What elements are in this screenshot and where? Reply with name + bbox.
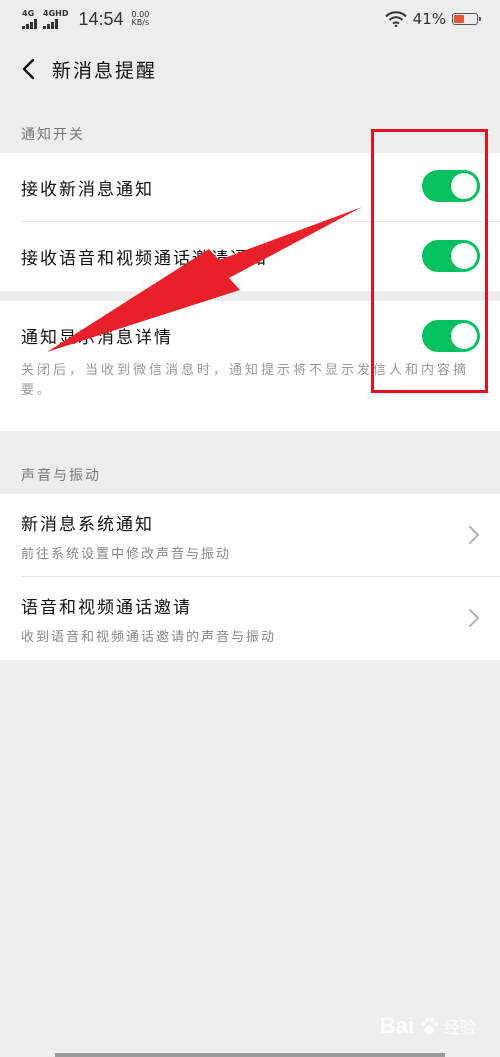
watermark-suffix: 经验 <box>443 1018 476 1037</box>
section-header-sound: 声音与振动 <box>21 468 101 484</box>
section-header-notifications: 通知开关 <box>21 127 85 143</box>
signal-bars-icon <box>43 18 58 29</box>
message-detail-group: 通知显示消息详情 关闭后，当收到微信消息时，通知提示将不显示发信人和内容摘要。 <box>0 301 500 431</box>
bottom-edge-strip <box>55 1053 445 1057</box>
watermark: Bai 经验 <box>380 1013 476 1039</box>
battery-icon <box>452 13 481 25</box>
chevron-right-icon <box>469 526 479 544</box>
setting-label: 通知显示消息详情 <box>21 328 173 348</box>
sim2-signal: 4GHD <box>43 8 69 29</box>
status-bar: 4G 4GHD 14:54 0.00 KB/s 41% <box>0 0 500 38</box>
wifi-icon <box>384 11 407 27</box>
battery-fill <box>454 15 464 23</box>
chevron-right-icon <box>469 609 479 627</box>
network-speed: 0.00 KB/s <box>132 11 150 27</box>
setting-label: 语音和视频通话邀请 <box>21 598 192 618</box>
speed-unit: KB/s <box>131 18 150 27</box>
setting-row-system-notification[interactable]: 新消息系统通知 前往系统设置中修改声音与振动 <box>0 494 500 577</box>
status-left: 4G 4GHD 14:54 0.00 KB/s <box>22 9 149 30</box>
battery-percentage: 41% <box>412 10 446 28</box>
toggle-message-detail[interactable] <box>422 320 480 352</box>
sim1-label: 4G <box>22 8 35 18</box>
setting-sublabel: 收到语音和视频通话邀请的声音与振动 <box>21 630 277 645</box>
setting-label: 接收新消息通知 <box>21 180 154 200</box>
sound-group: 新消息系统通知 前往系统设置中修改声音与振动 语音和视频通话邀请 收到语音和视频… <box>0 494 500 660</box>
setting-row-call-sound[interactable]: 语音和视频通话邀请 收到语音和视频通话邀请的声音与振动 <box>0 577 500 660</box>
setting-row-new-message[interactable]: 接收新消息通知 <box>0 153 500 222</box>
toggle-knob <box>451 173 477 199</box>
toggle-call-invite[interactable] <box>422 240 480 272</box>
back-button[interactable] <box>14 55 42 83</box>
setting-label: 新消息系统通知 <box>21 515 154 535</box>
sim2-label: 4GHD <box>43 8 69 18</box>
setting-label: 接收语音和视频通话邀请通知 <box>21 249 268 269</box>
signal-bars-icon <box>22 18 37 29</box>
toggle-new-message[interactable] <box>422 170 480 202</box>
setting-sublabel: 前往系统设置中修改声音与振动 <box>21 547 232 562</box>
setting-row-call-invite[interactable]: 接收语音和视频通话邀请通知 <box>0 222 500 291</box>
toggle-knob <box>451 243 477 269</box>
setting-description: 关闭后，当收到微信消息时，通知提示将不显示发信人和内容摘要。 <box>21 363 470 398</box>
setting-row-message-detail[interactable]: 通知显示消息详情 关闭后，当收到微信消息时，通知提示将不显示发信人和内容摘要。 <box>0 301 500 431</box>
chevron-left-icon <box>22 58 35 80</box>
page-title: 新消息提醒 <box>52 59 158 82</box>
nav-bar: 新消息提醒 <box>0 38 500 100</box>
sim1-signal: 4G <box>22 8 37 29</box>
clock: 14:54 <box>78 8 124 29</box>
watermark-brand: Bai <box>379 1013 414 1038</box>
toggle-knob <box>451 323 477 349</box>
paw-icon <box>420 1017 439 1035</box>
status-right: 41% <box>384 10 481 28</box>
notifications-group: 接收新消息通知 接收语音和视频通话邀请通知 <box>0 153 500 291</box>
